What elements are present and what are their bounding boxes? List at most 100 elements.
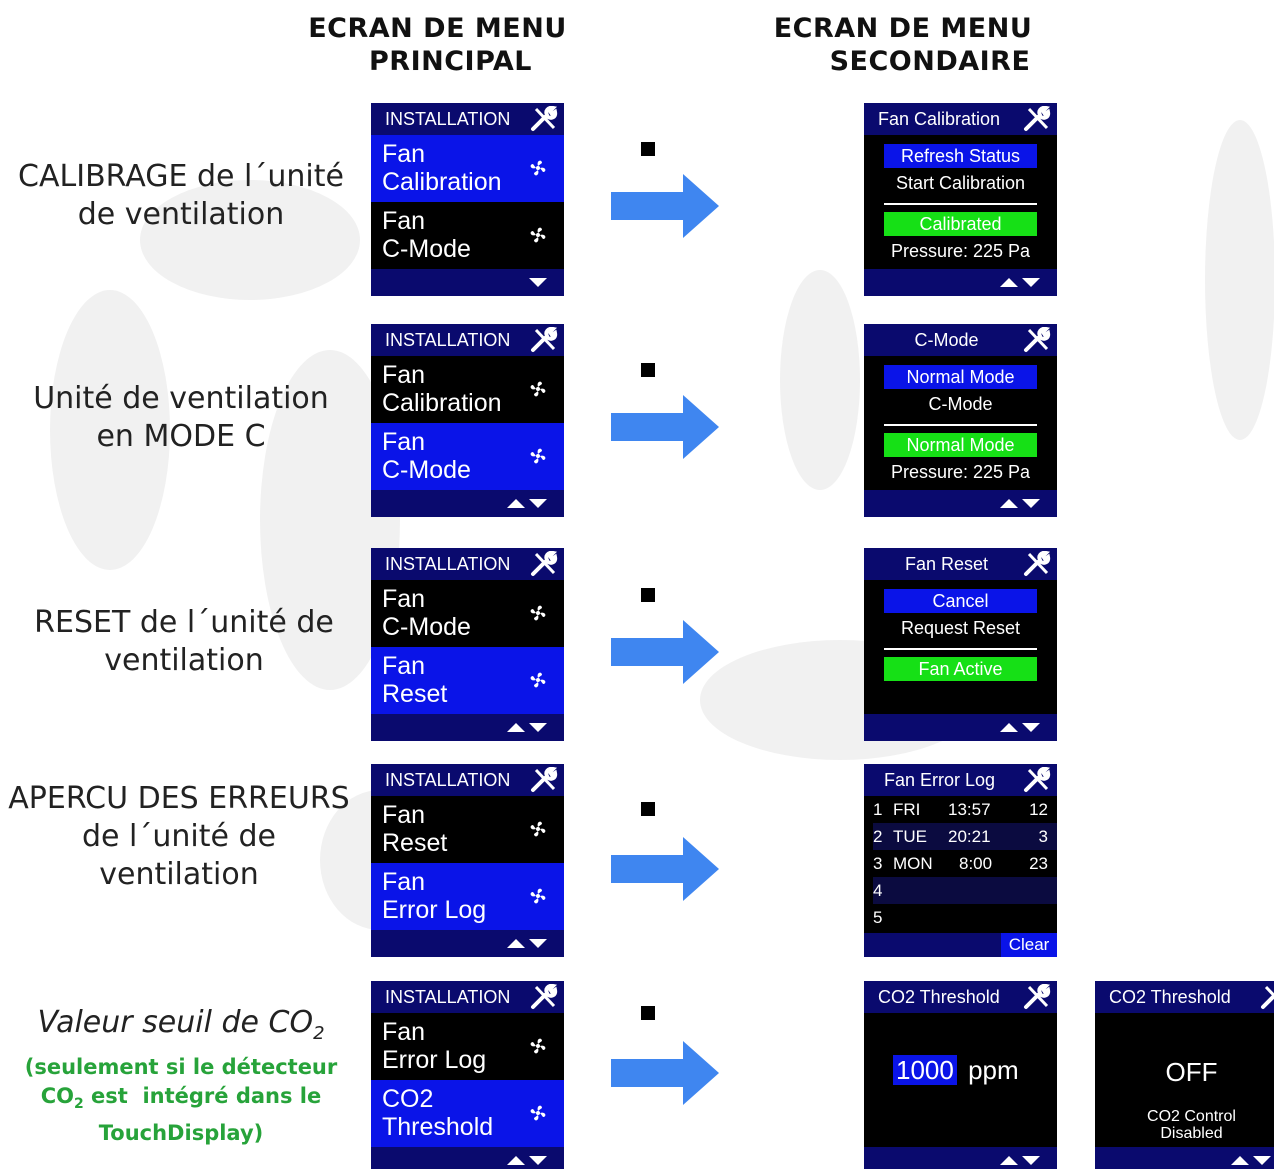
fan-icon bbox=[530, 1105, 546, 1121]
secondary-menu-header-line1: ECRAN DE MENU bbox=[773, 13, 1033, 44]
menu-item-fan-reset[interactable]: Fan Reset bbox=[371, 796, 564, 863]
row-label-line: de l´unité de bbox=[82, 819, 276, 854]
screen-nav-bar bbox=[864, 490, 1057, 517]
scroll-down-icon[interactable] bbox=[529, 723, 547, 732]
menu-item-fan-error-log[interactable]: Fan Error Log bbox=[371, 863, 564, 930]
scroll-down-icon[interactable] bbox=[529, 939, 547, 948]
co2-control-status: CO2 Control Disabled bbox=[1095, 1108, 1274, 1142]
menu-item-fan-reset[interactable]: Fan Reset bbox=[371, 647, 564, 714]
menu-item-fan-c-mode[interactable]: Fan C-Mode bbox=[371, 580, 564, 647]
screen-title-bar: C-Mode bbox=[864, 324, 1057, 356]
wrench-screwdriver-icon[interactable] bbox=[530, 551, 558, 577]
scroll-down-icon[interactable] bbox=[1022, 278, 1040, 287]
start-calibration-button[interactable]: Start Calibration bbox=[884, 171, 1037, 195]
wrench-screwdriver-icon[interactable] bbox=[1023, 551, 1051, 577]
fan-icon bbox=[530, 160, 546, 176]
screen-title: INSTALLATION bbox=[385, 553, 511, 574]
scroll-up-icon[interactable] bbox=[1000, 723, 1018, 732]
row-time: 8:00 bbox=[959, 854, 993, 873]
screen-title-bar: INSTALLATION bbox=[371, 764, 564, 796]
bullet-square-icon bbox=[641, 363, 655, 377]
co2-value-row: 1000 ppm bbox=[893, 1055, 1019, 1085]
table-row[interactable]: 3 MON 8:00 23 bbox=[873, 850, 1057, 877]
table-row[interactable]: 4 bbox=[873, 877, 1057, 904]
row-label-co2-threshold: Valeur seuil de CO2 (seulement si le dét… bbox=[0, 1004, 362, 1148]
normal-mode-button[interactable]: Normal Mode bbox=[884, 365, 1037, 389]
wrench-screwdriver-icon[interactable] bbox=[530, 106, 558, 132]
scroll-up-icon[interactable] bbox=[1231, 1156, 1249, 1165]
screen-title-bar: Fan Reset bbox=[864, 548, 1057, 580]
cancel-button[interactable]: Cancel bbox=[884, 589, 1037, 613]
main-menu-header-line2: PRINCIPAL bbox=[369, 46, 532, 77]
screen-body: Cancel Request Reset Fan Active bbox=[864, 580, 1057, 714]
fan-icon bbox=[530, 672, 546, 688]
screen-body: Normal Mode C-Mode Normal Mode Pressure:… bbox=[864, 356, 1057, 490]
clear-button[interactable]: Clear bbox=[1001, 933, 1057, 957]
row-label-co2-text: Valeur seuil de CO bbox=[37, 1005, 314, 1040]
status-badge: Normal Mode bbox=[884, 433, 1037, 457]
scroll-up-icon[interactable] bbox=[1000, 499, 1018, 508]
scroll-up-icon[interactable] bbox=[1000, 278, 1018, 287]
refresh-status-button[interactable]: Refresh Status bbox=[884, 144, 1037, 168]
wrench-screwdriver-icon[interactable] bbox=[530, 767, 558, 793]
main-screen-error-log: INSTALLATION Fan Reset Fan Error Log bbox=[371, 764, 564, 957]
fan-icon bbox=[530, 448, 546, 464]
wrench-screwdriver-icon[interactable] bbox=[1023, 984, 1051, 1010]
main-menu-header-line1: ECRAN DE MENU bbox=[308, 13, 567, 44]
scroll-up-icon[interactable] bbox=[507, 499, 525, 508]
wrench-screwdriver-icon[interactable] bbox=[530, 984, 558, 1010]
bullet-square-icon bbox=[641, 142, 655, 156]
row-label-line: Unité de ventilation bbox=[33, 381, 329, 416]
screen-title: Fan Reset bbox=[904, 553, 989, 574]
wrench-screwdriver-icon[interactable] bbox=[1023, 106, 1051, 132]
c-mode-button[interactable]: C-Mode bbox=[884, 392, 1037, 416]
scroll-up-icon[interactable] bbox=[1000, 1156, 1018, 1165]
screen-nav-bar bbox=[864, 714, 1057, 741]
screen-nav-bar bbox=[864, 269, 1057, 296]
menu-item-fan-c-mode[interactable]: Fan C-Mode bbox=[371, 423, 564, 490]
co2-control-status-line2: Disabled bbox=[1160, 1125, 1223, 1142]
screen-nav-bar bbox=[371, 930, 564, 957]
menu-item-fan-error-log[interactable]: Fan Error Log bbox=[371, 1013, 564, 1080]
row-label-calibration: CALIBRAGE de l´unité de ventilation bbox=[0, 158, 362, 234]
row-time: 20:21 bbox=[948, 827, 991, 846]
screen-nav-bar bbox=[1095, 1147, 1274, 1169]
wrench-screwdriver-icon[interactable] bbox=[1023, 767, 1051, 793]
table-row[interactable]: 1 FRI 13:57 12 bbox=[873, 796, 1057, 823]
scroll-down-icon[interactable] bbox=[529, 499, 547, 508]
scroll-up-icon[interactable] bbox=[507, 939, 525, 948]
table-row[interactable]: 2 TUE 20:21 3 bbox=[873, 823, 1057, 850]
menu-item-fan-calibration[interactable]: Fan Calibration bbox=[371, 135, 564, 202]
co2-value-field[interactable]: 1000 bbox=[893, 1055, 957, 1085]
request-reset-button[interactable]: Request Reset bbox=[884, 616, 1037, 640]
status-badge: Calibrated bbox=[884, 212, 1037, 236]
row-count: 3 bbox=[1038, 827, 1048, 846]
co2-control-status-line1: CO2 Control bbox=[1147, 1108, 1236, 1125]
screen-nav-bar bbox=[864, 1147, 1057, 1169]
scroll-down-icon[interactable] bbox=[1022, 1156, 1040, 1165]
wrench-screwdriver-icon[interactable] bbox=[1023, 327, 1051, 353]
scroll-up-icon[interactable] bbox=[507, 1156, 525, 1165]
wrench-screwdriver-icon[interactable] bbox=[530, 327, 558, 353]
scroll-down-icon[interactable] bbox=[1253, 1156, 1271, 1165]
table-row[interactable]: 5 bbox=[873, 904, 1057, 931]
menu-item-fan-calibration[interactable]: Fan Calibration bbox=[371, 356, 564, 423]
menu-item-fan-c-mode[interactable]: Fan C-Mode bbox=[371, 202, 564, 269]
scroll-up-icon[interactable] bbox=[507, 723, 525, 732]
screen-title: Fan Error Log bbox=[884, 769, 996, 790]
wrench-screwdriver-icon[interactable] bbox=[1260, 984, 1274, 1010]
row-label-c-mode: Unité de ventilation en MODE C bbox=[0, 380, 362, 456]
row-number: 2 bbox=[873, 827, 883, 846]
scroll-down-icon[interactable] bbox=[529, 278, 547, 287]
row-label-reset: RESET de l´unité de ventilation bbox=[0, 604, 368, 680]
right-arrow-icon bbox=[611, 620, 719, 684]
sub-screen-fan-error-log: Fan Error Log 1 FRI 13:57 12 2 TUE 20:21… bbox=[864, 764, 1057, 957]
divider bbox=[884, 203, 1037, 205]
fan-icon bbox=[530, 227, 546, 243]
scroll-down-icon[interactable] bbox=[1022, 723, 1040, 732]
scroll-down-icon[interactable] bbox=[1022, 499, 1040, 508]
screen-nav-bar bbox=[371, 269, 564, 296]
menu-item-co2-threshold[interactable]: CO2 Threshold bbox=[371, 1080, 564, 1147]
scroll-down-icon[interactable] bbox=[529, 1156, 547, 1165]
co2-note-co: CO bbox=[40, 1084, 74, 1108]
